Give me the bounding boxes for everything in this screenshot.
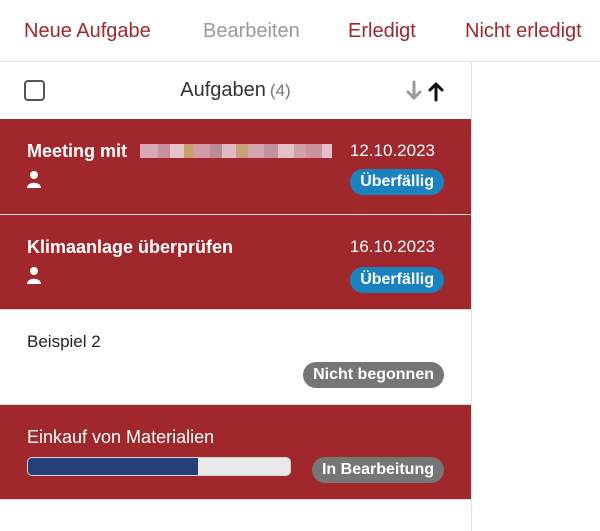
task-date: 16.10.2023	[349, 237, 435, 256]
status-badge: Nicht begonnen	[303, 362, 444, 388]
task-title: Beispiel 2	[27, 332, 101, 351]
task-row[interactable]: Einkauf von Materialien In Bearbeitung	[0, 405, 471, 500]
redacted-name	[140, 144, 340, 158]
status-badge: In Bearbeitung	[311, 457, 444, 483]
task-row[interactable]: Beispiel 2 Nicht begonnen	[0, 310, 471, 405]
done-button[interactable]: Erledigt	[348, 0, 416, 62]
task-title: Klimaanlage überprüfen	[27, 237, 234, 257]
toolbar: Neue Aufgabe Bearbeiten Erledigt Nicht e…	[0, 0, 600, 62]
task-list: Aufgaben (4) Meeting mit 12.10.2023 Über…	[0, 62, 472, 531]
arrow-down-icon	[406, 80, 422, 100]
new-task-button[interactable]: Neue Aufgabe	[24, 0, 151, 62]
progress-fill	[28, 458, 199, 475]
user-icon	[27, 267, 41, 284]
progress-bar	[27, 457, 291, 476]
list-title: Aufgaben (4)	[0, 62, 471, 119]
task-row[interactable]: Klimaanlage überprüfen 16.10.2023 Überfä…	[0, 215, 471, 310]
list-title-text: Aufgaben	[180, 79, 266, 101]
user-icon	[27, 171, 41, 188]
status-badge: Überfällig	[350, 267, 444, 293]
task-date: 12.10.2023	[349, 141, 435, 160]
task-title: Einkauf von Materialien	[27, 427, 215, 447]
task-title: Meeting mit	[27, 141, 128, 161]
status-badge: Überfällig	[350, 169, 444, 195]
task-count: (4)	[269, 81, 291, 100]
sort-arrows-icon[interactable]	[405, 80, 447, 104]
list-header: Aufgaben (4)	[0, 62, 471, 119]
not-done-button[interactable]: Nicht erledigt	[465, 0, 582, 62]
task-row[interactable]: Meeting mit 12.10.2023 Überfällig	[0, 119, 471, 215]
edit-button[interactable]: Bearbeiten	[203, 0, 300, 62]
arrow-up-icon	[428, 82, 444, 102]
